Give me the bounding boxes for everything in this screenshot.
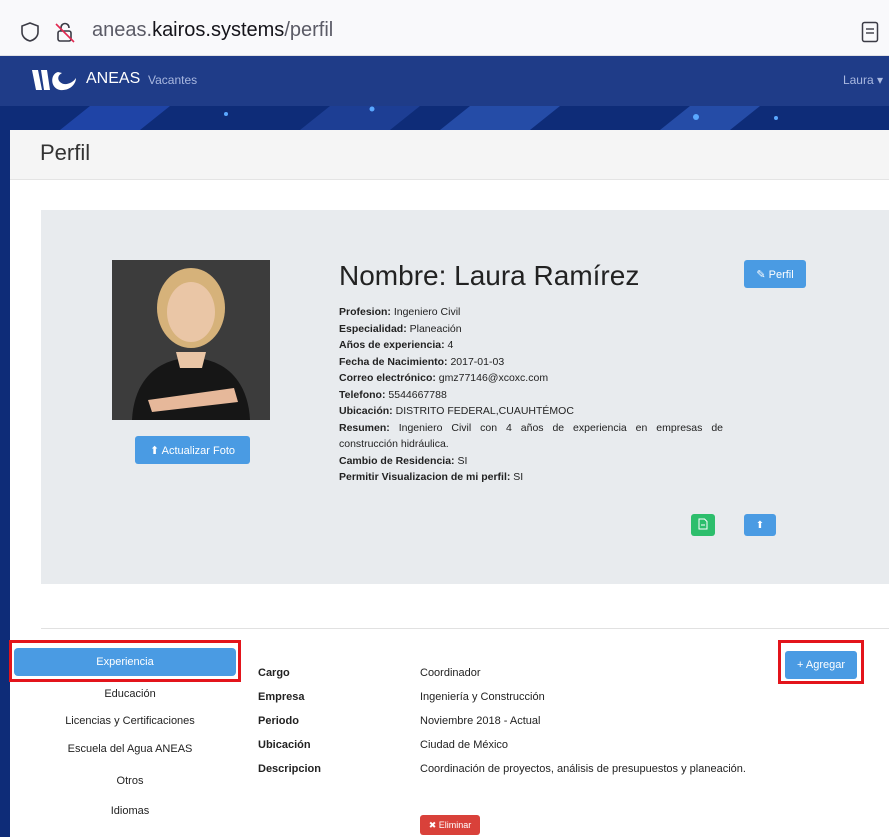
lock-slash-icon[interactable] (54, 21, 76, 43)
delete-experience-button[interactable]: ✖ Eliminar (420, 815, 480, 835)
tab-otros[interactable]: Otros (10, 775, 250, 787)
hero-banner (0, 106, 889, 130)
detail-residencia: Cambio de Residencia: SI (339, 453, 723, 470)
edit-profile-label: Perfil (768, 268, 794, 281)
upload-cv-button[interactable]: ⬆ (744, 514, 776, 536)
section-divider (41, 628, 889, 629)
detail-label: Telefono: (339, 388, 386, 401)
exp-value: Coordinación de proyectos, análisis de p… (420, 763, 746, 775)
detail-value: SI (510, 471, 524, 483)
update-photo-label: Actualizar Foto (161, 444, 236, 457)
detail-ubicacion: Ubicación: DISTRITO FEDERAL,CUAUHTÉMOC (339, 403, 723, 420)
exp-value: Ingeniería y Construcción (420, 691, 545, 703)
delete-label: Eliminar (438, 819, 472, 830)
browser-toolbar: aneas.kairos.systems/perfil (0, 0, 889, 56)
url-path: /perfil (284, 19, 334, 41)
pencil-icon: ✎ (756, 268, 769, 281)
navbar: ANEAS Vacantes Laura ▾ (0, 56, 889, 106)
url-host: kairos.systems (152, 19, 285, 41)
detail-especialidad: Especialidad: Planeación (339, 321, 723, 338)
logo-icon[interactable] (30, 66, 78, 94)
detail-value: SI (454, 454, 468, 467)
add-experience-label: Agregar (805, 659, 845, 671)
detail-label: Profesion: (339, 306, 391, 318)
detail-label: Especialidad: (339, 322, 407, 335)
url-prefix: aneas. (92, 19, 153, 41)
upload-icon: ⬆ (149, 444, 162, 457)
profile-card: ⬆ Actualizar Foto Nombre: Laura Ramírez … (41, 210, 889, 584)
pdf-icon (698, 518, 708, 529)
detail-label: Años de experiencia: (339, 339, 445, 351)
detail-correo: Correo electrónico: gmz77146@xcoxc.com (339, 370, 723, 387)
tab-licencias[interactable]: Licencias y Certificaciones (10, 715, 250, 727)
update-photo-button[interactable]: ⬆ Actualizar Foto (135, 436, 250, 464)
exp-label: Ubicación (258, 739, 311, 751)
profile-photo (112, 260, 270, 420)
detail-value: Ingeniero Civil con 4 años de experienci… (339, 421, 723, 451)
address-bar[interactable]: aneas.kairos.systems/perfil (92, 19, 333, 42)
detail-value: DISTRITO FEDERAL,CUAUHTÉMOC (392, 405, 574, 417)
detail-resumen: Resumen: Ingeniero Civil con 4 años de e… (339, 420, 723, 453)
page-header: Perfil (10, 130, 889, 180)
detail-label: Resumen: (339, 421, 390, 434)
detail-label: Cambio de Residencia: (339, 454, 455, 467)
tab-idiomas[interactable]: Idiomas (10, 805, 250, 817)
plus-icon: + (796, 659, 806, 671)
nav-link-vacantes[interactable]: Vacantes (148, 73, 197, 87)
detail-nacimiento: Fecha de Nacimiento: 2017-01-03 (339, 354, 723, 371)
shield-icon[interactable] (20, 22, 40, 42)
profile-name: Nombre: Laura Ramírez (339, 260, 640, 291)
detail-value: 2017-01-03 (447, 355, 505, 368)
profile-details: Profesion: Ingeniero Civil Especialidad:… (339, 304, 723, 486)
left-decoration-strip (0, 106, 10, 837)
exp-value: Coordinador (420, 667, 481, 679)
tab-educacion[interactable]: Educación (10, 688, 250, 700)
detail-experiencia: Años de experiencia: 4 (339, 337, 723, 354)
reader-view-icon[interactable] (861, 21, 879, 43)
detail-label: Permitir Visualizacion de mi perfil: (339, 471, 511, 483)
exp-value: Noviembre 2018 - Actual (420, 715, 541, 727)
detail-value: Planeación (406, 322, 462, 335)
upload-icon: ⬆ (755, 519, 765, 531)
add-experience-button[interactable]: + Agregar (785, 651, 857, 679)
page-title: Perfil (40, 140, 91, 165)
exp-label: Descripcion (258, 763, 321, 775)
download-pdf-button[interactable] (691, 514, 715, 536)
detail-value: Ingeniero Civil (390, 306, 461, 318)
detail-value: gmz77146@xcoxc.com (435, 372, 549, 384)
exp-value: Ciudad de México (420, 739, 509, 751)
detail-label: Correo electrónico: (339, 372, 436, 384)
detail-value: 4 (444, 339, 454, 351)
detail-visualizacion: Permitir Visualizacion de mi perfil: SI (339, 469, 723, 486)
main-content: Perfil ⬆ Actualizar Foto Nombre: Laura R… (9, 130, 889, 837)
detail-telefono: Telefono: 5544667788 (339, 387, 723, 404)
exp-label: Cargo (258, 667, 290, 679)
detail-profesion: Profesion: Ingeniero Civil (339, 304, 723, 321)
tab-escuela-agua[interactable]: Escuela del Agua ANEAS (10, 743, 250, 755)
detail-label: Ubicación: (339, 405, 393, 417)
user-menu[interactable]: Laura ▾ (843, 73, 883, 87)
hero-decoration (60, 106, 778, 130)
exp-label: Empresa (258, 691, 305, 703)
edit-profile-button[interactable]: ✎ Perfil (744, 260, 806, 288)
tab-experiencia[interactable]: Experiencia (14, 648, 236, 676)
detail-value: 5544667788 (385, 388, 447, 401)
exp-label: Periodo (258, 715, 299, 727)
brand-name[interactable]: ANEAS (86, 70, 140, 88)
profile-photo-art (112, 260, 270, 420)
close-icon: ✖ (428, 819, 439, 830)
detail-label: Fecha de Nacimiento: (339, 355, 448, 368)
